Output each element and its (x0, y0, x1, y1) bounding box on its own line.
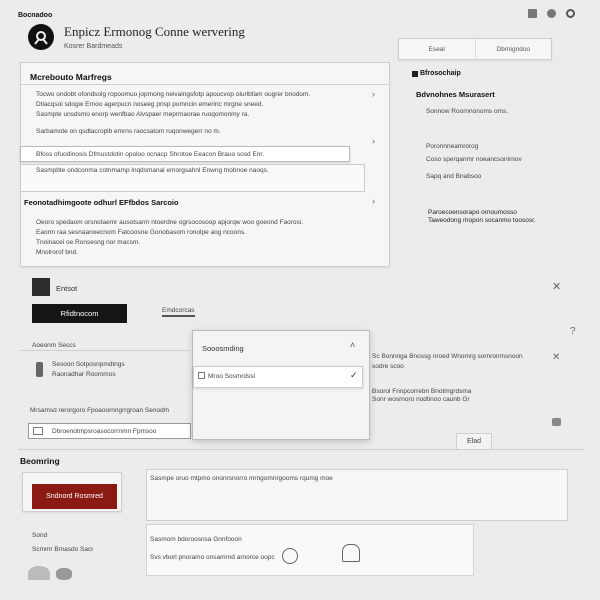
checkbox-icon (198, 372, 205, 379)
tab-link[interactable]: Emdcorcas (162, 307, 195, 317)
help-icon[interactable]: ? (570, 326, 576, 337)
face-icon (282, 548, 298, 564)
field-label: Mrsamsd rerorgoro Fpoaoornngrrgroan Seno… (30, 407, 170, 414)
card-body-1: Oeoro spedaom orsnotaemr ausotsarm ntoer… (36, 219, 304, 226)
right-note: Paroecoensorapo ornoumosso Taweodong mop… (428, 209, 536, 224)
danger-button[interactable]: Sndnord Rosmred (32, 484, 117, 509)
dropdown-option-label: Mroo Sosmrdssl (208, 373, 255, 380)
right-item-4: Sapq and Bnabsoo (426, 173, 482, 180)
card-body-4: Mnolrorof bnd. (36, 249, 78, 256)
card-input-value: Bfoss ofuodinosis Dfmustdotin opoloo ocn… (36, 151, 265, 158)
card-body-3: Tnoinacei oe Ronsesng nor macsm. (36, 239, 141, 246)
card-row-4: Sarbamote on qsdtacroplb emrns raocsatom… (36, 128, 221, 135)
decorative-shape-icon (28, 566, 50, 580)
page-subtitle: Kosrer Bardmeads (64, 43, 123, 50)
close-icon[interactable]: ✕ (552, 280, 561, 293)
camera-icon[interactable] (552, 418, 561, 426)
avatar (32, 278, 50, 296)
bottom-row-1: Sasmpe oruo mtpmo ononrsnorro mrngomnrgo… (150, 475, 333, 482)
list-label-2: Scmmr Bmasdo Sacr (32, 546, 94, 553)
right-heading: Bdvnohnes Msurasert (416, 90, 495, 99)
header-tabs: Eseal Dbrnigndoo (398, 38, 552, 60)
right-text-1b: sodre scoo (372, 363, 404, 370)
left-label: Aoeonm Seccs (32, 342, 76, 349)
right-text-2b: Sonr wosrnoro nodtinoo caunb Gr (372, 396, 470, 403)
user-icon[interactable] (547, 9, 556, 18)
bottle-icon (36, 362, 43, 377)
text-field-value: Dbroenotmpsroasocorrnmn Fpmsoo (52, 428, 157, 435)
card-input-2-value: Sasmpbte ondconma cotnmamp lnqdsmanal em… (36, 167, 269, 174)
check-icon: ✓ (350, 370, 358, 380)
edit-icon (33, 427, 43, 435)
chevron-right-icon[interactable]: › (372, 196, 375, 206)
hand-icon (342, 544, 360, 562)
left-row-1: Sesoon Sotposnpmdtngs (52, 361, 125, 368)
tab-dbrnigndoo[interactable]: Dbrnigndoo (474, 39, 552, 59)
app-logo-icon (28, 24, 54, 50)
list-label-1: Sond (32, 532, 48, 539)
card-title: Mcrebouto Marfregs (30, 72, 112, 82)
chevron-right-icon[interactable]: › (372, 136, 375, 146)
top-icons (528, 9, 575, 18)
bottom-row-2: Sasmom bdoroosnsa Gnnfooon (150, 536, 242, 543)
right-item-2: Poronnneamrorog (426, 143, 479, 150)
right-label: Bfrosochaip (420, 70, 461, 77)
page-title: Enpicz Ermonog Conne wervering (64, 24, 245, 39)
left-row-2: Raonadhar Roommos (52, 371, 116, 378)
settings-icon[interactable] (566, 9, 575, 18)
card-row-2: Dtlacqsoi sdogw Ernoo agerpucn noseeg pn… (36, 101, 264, 108)
right-text-1: Sc Bonnnga Bnossg nroed Wnomrg sornronms… (372, 353, 523, 360)
breadcrumb[interactable]: Bocnadoo (18, 12, 52, 19)
card-body-2: Eaorm raa sesnaanoecnom Fatcoosne Gonoba… (36, 229, 246, 236)
right-text-2: Bsorol Fnnpcorrebn Bnotmgrdsma (372, 388, 472, 395)
bottom-row-3: Svs vborl pnoramo onsamrnd arnorce oopc (150, 554, 275, 561)
chevron-up-icon[interactable]: ˄ (350, 340, 355, 350)
small-button[interactable]: Elad (456, 433, 492, 450)
decorative-figure-icon (56, 568, 72, 580)
chevron-right-icon[interactable]: › (372, 89, 375, 99)
primary-button[interactable]: Rfidtnocom (32, 304, 127, 323)
right-label-icon (412, 71, 418, 77)
dropdown-title: Sooosmding (202, 344, 244, 353)
right-item-1: Sonnow Roornnonoms oms. (426, 108, 509, 115)
mail-icon[interactable] (528, 9, 537, 18)
right-item-3: Coso sperqanmr noeancsonirnov (426, 156, 522, 163)
card-section-title: Feonotadhimgoote odhurl EFfbdos Sarcoio (24, 198, 179, 207)
tab-eseal[interactable]: Eseal (399, 39, 475, 59)
card-row-1: Tocwo ondobt ofondsolg ropoomuo jopmong … (36, 91, 311, 98)
close-icon[interactable]: ✕ (552, 352, 560, 363)
bottom-section-title: Beomring (20, 456, 60, 466)
bottom-card (146, 524, 474, 576)
card-row-3: Sasmpte unsdsmo enorp wenfbao Alvspaer m… (36, 111, 250, 118)
avatar-label: Entsot (56, 284, 78, 293)
